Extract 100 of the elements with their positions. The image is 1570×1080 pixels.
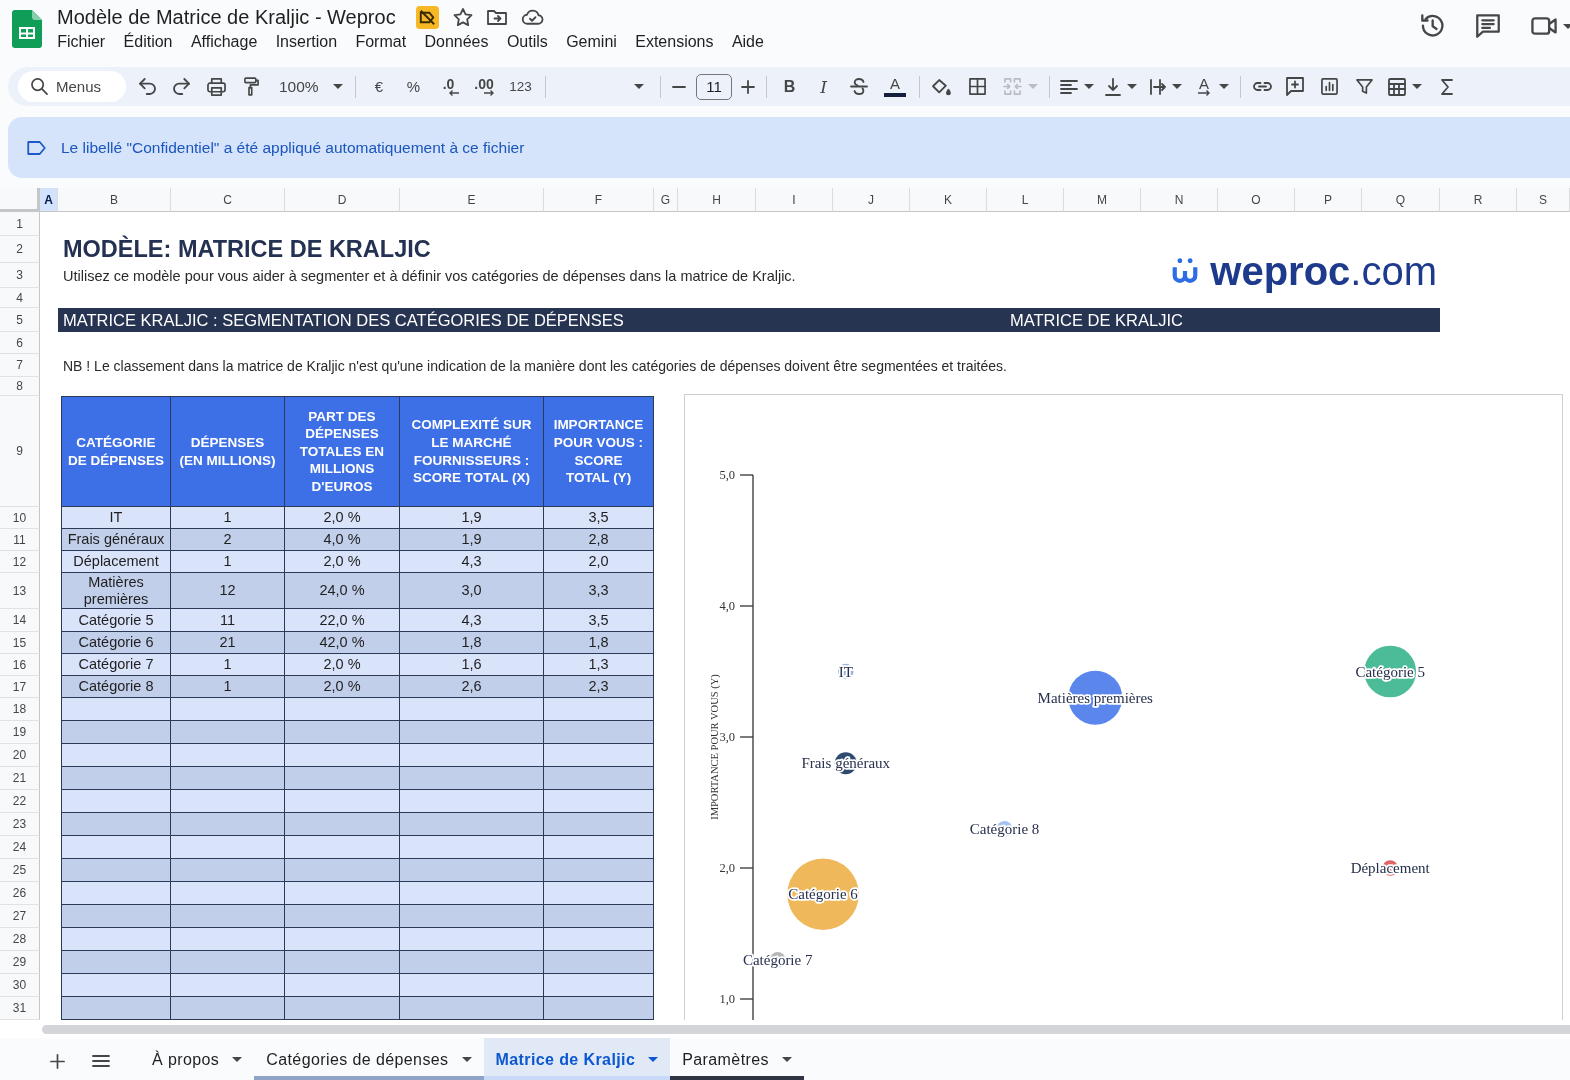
menu-item[interactable]: Insertion [266, 31, 347, 53]
video-camera-icon [1531, 17, 1557, 35]
table-icon [1388, 77, 1406, 96]
row-number[interactable]: 17 [0, 676, 40, 698]
document-title[interactable]: Modèle de Matrice de Kraljic - Weproc [57, 5, 396, 29]
undo-icon [138, 78, 155, 95]
row-number[interactable]: 2 [0, 236, 40, 263]
menu-item[interactable]: Extensions [626, 31, 723, 53]
paint-bucket-icon [931, 78, 951, 95]
arrow-right-icon [1197, 90, 1211, 96]
sheet-tab[interactable]: Paramètres [670, 1038, 804, 1080]
row-number[interactable]: 27 [0, 905, 40, 928]
row-number[interactable]: 28 [0, 928, 40, 951]
table-cell: Catégorie 7 [61, 654, 171, 676]
row-number[interactable]: 9 [0, 396, 40, 507]
row-number[interactable]: 11 [0, 529, 40, 551]
zoom-dropdown[interactable]: 100% [269, 71, 349, 102]
row-number[interactable]: 20 [0, 744, 40, 767]
row-number[interactable]: 23 [0, 813, 40, 836]
row-number[interactable]: 29 [0, 951, 40, 974]
menu-item[interactable]: Gemini [557, 31, 627, 53]
column-header[interactable]: D [285, 188, 400, 212]
row-number[interactable]: 15 [0, 632, 40, 654]
menu-item[interactable]: Fichier [48, 31, 115, 53]
row-number[interactable]: 25 [0, 859, 40, 882]
cloud-check-icon[interactable] [521, 9, 543, 25]
row-number[interactable]: 8 [0, 377, 40, 396]
column-header[interactable]: F [544, 188, 654, 212]
sheet-tab[interactable]: Catégories de dépenses [254, 1038, 484, 1080]
column-header[interactable]: M [1064, 188, 1141, 212]
row-number[interactable]: 10 [0, 507, 40, 529]
table-cell: 11 [171, 609, 285, 632]
row-number[interactable]: 19 [0, 721, 40, 744]
row-number[interactable]: 24 [0, 836, 40, 859]
menu-item[interactable]: Affichage [181, 31, 267, 53]
star-icon[interactable] [453, 8, 472, 26]
column-header[interactable]: Q [1362, 188, 1440, 212]
row-number[interactable]: 12 [0, 551, 40, 573]
column-header[interactable]: L [987, 188, 1064, 212]
currency-format-button[interactable]: € [362, 71, 396, 102]
text-rotation-button[interactable]: A [1189, 71, 1234, 102]
row-number[interactable]: 13 [0, 573, 40, 609]
row-number[interactable]: 7 [0, 354, 40, 377]
folder-move-icon[interactable] [486, 9, 507, 25]
history-icon[interactable] [1421, 14, 1445, 38]
menu-item[interactable]: Format [346, 31, 416, 53]
logo-mark-icon [1171, 256, 1200, 286]
column-header[interactable]: H [678, 188, 756, 212]
number-format-button[interactable]: 123 [502, 71, 539, 102]
menu-item[interactable]: Données [415, 31, 498, 53]
text-color-button[interactable]: A [876, 71, 914, 102]
table-cell: 2,0 % [285, 507, 400, 529]
column-header[interactable]: O [1218, 188, 1295, 212]
row-number[interactable]: 14 [0, 609, 40, 632]
column-header[interactable]: B [58, 188, 171, 212]
column-header[interactable]: R [1440, 188, 1517, 212]
row-number[interactable]: 22 [0, 790, 40, 813]
sheet-tab[interactable]: À propos [140, 1038, 255, 1080]
column-header[interactable]: N [1141, 188, 1218, 212]
column-header[interactable]: E [400, 188, 544, 212]
column-header[interactable]: J [833, 188, 910, 212]
comment-icon[interactable] [1476, 14, 1500, 38]
sheet-tab[interactable]: Matrice de Kraljic [483, 1038, 671, 1080]
menu-item[interactable]: Aide [722, 31, 774, 53]
percent-format-button[interactable]: % [396, 71, 431, 102]
menu-item[interactable]: Outils [497, 31, 557, 53]
spreadsheet-logo-icon[interactable] [12, 10, 42, 48]
row-number[interactable]: 30 [0, 974, 40, 997]
table-cell: 1 [171, 654, 285, 676]
column-header[interactable]: G [654, 188, 678, 212]
row-number[interactable]: 31 [0, 997, 40, 1020]
horizontal-scrollbar[interactable] [42, 1025, 1570, 1034]
row-number[interactable]: 6 [0, 332, 40, 354]
menu-search-field[interactable]: Menus [18, 71, 126, 102]
column-header[interactable]: C [171, 188, 285, 212]
column-header[interactable]: K [910, 188, 987, 212]
row-number[interactable]: 5 [0, 308, 40, 332]
font-size-field[interactable]: 11 [696, 73, 732, 100]
row-number[interactable]: 3 [0, 263, 40, 288]
row-number[interactable]: 4 [0, 288, 40, 308]
label-badge-icon[interactable] [415, 5, 439, 29]
row-number[interactable]: 26 [0, 882, 40, 905]
column-header[interactable]: A [40, 188, 58, 212]
column-header[interactable]: P [1295, 188, 1362, 212]
row-number[interactable]: 16 [0, 654, 40, 676]
table-cell: 21 [171, 632, 285, 654]
menu-item[interactable]: Édition [114, 31, 182, 53]
row-number[interactable]: 18 [0, 698, 40, 721]
row-number[interactable]: 21 [0, 767, 40, 790]
increase-decimals-button[interactable]: .00 [466, 71, 502, 102]
decrease-decimals-button[interactable]: .0 [431, 71, 466, 102]
row-number[interactable]: 1 [0, 212, 40, 236]
table-cell: 24,0 % [285, 573, 400, 609]
video-call-button[interactable] [1531, 17, 1570, 35]
italic-button[interactable]: I [806, 71, 841, 102]
table-cell: 1,8 [400, 632, 544, 654]
bold-button[interactable]: B [773, 71, 806, 102]
table-cell: 1,3 [544, 654, 654, 676]
column-header[interactable]: I [756, 188, 833, 212]
column-header[interactable]: S [1517, 188, 1570, 212]
